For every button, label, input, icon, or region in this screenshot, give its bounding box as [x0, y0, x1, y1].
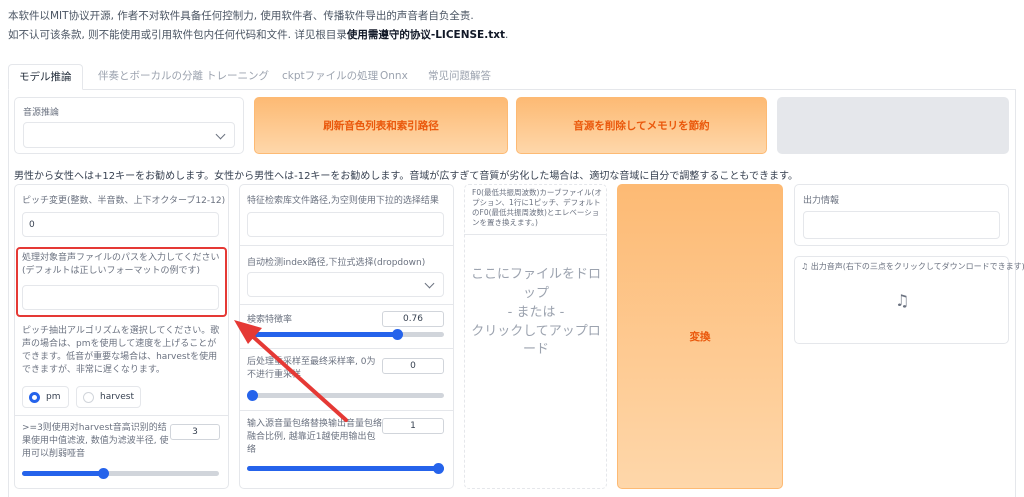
output-audio-panel: ♫ 出力音声(右下の三点をクリックしてダウンロードできます) ♫: [794, 256, 1024, 344]
median-filter-label: >=3则使用对harvest音高识别的结果使用中值滤波, 数值为滤波半径, 使用…: [22, 423, 169, 460]
highlight-box: [16, 247, 227, 317]
divider: [464, 234, 607, 235]
license-notice-line2: 如不认可该条款, 则不能使用或引用软件包内任何代码和文件. 详见根目录使用需遵守…: [8, 27, 508, 42]
output-info-textbox[interactable]: [803, 211, 1000, 239]
envelope-number[interactable]: 1: [382, 418, 444, 434]
output-audio-label: ♫ 出力音声(右下の三点をクリックしてダウンロードできます): [801, 261, 1024, 272]
resample-number[interactable]: 0: [382, 358, 444, 374]
radio-pm-label: pm: [46, 392, 61, 402]
divider: [14, 415, 229, 416]
pitch-algorithm-label: ピッチ抽出アルゴリズムを選択してください。歌声の場合は、pmを使用して速度を上げ…: [22, 326, 220, 376]
search-ratio-slider[interactable]: [247, 329, 444, 340]
dropzone-text[interactable]: ここにファイルをドロップ - または - クリックしてアップロード: [466, 266, 606, 360]
dropzone-line3: クリックしてアップロード: [471, 323, 601, 358]
license-notice-line1: 本软件以MIT协议开源, 作者不对软件具备任何控制力, 使用软件者、传播软件导出…: [8, 10, 474, 22]
slider-thumb[interactable]: [392, 329, 403, 340]
slider-fill: [22, 471, 103, 476]
divider: [239, 245, 454, 246]
f0-file-label: F0(最低共振周波数)カーブファイル(オプション、1行に1ピッチ、デフォルトのF…: [472, 188, 602, 228]
music-note-icon: ♫: [895, 291, 910, 310]
resample-label: 后处理重采样至最终采样率, 0为不进行重采样: [247, 357, 376, 381]
radio-unselected-icon: [83, 391, 94, 403]
resample-slider[interactable]: [247, 390, 444, 401]
music-note-icon: ♫: [801, 262, 809, 271]
envelope-slider[interactable]: [247, 463, 444, 474]
radio-selected-icon: [29, 391, 40, 403]
pitch-input[interactable]: 0: [22, 212, 219, 237]
output-audio-label-text: 出力音声(右下の三点をクリックしてダウンロードできます): [810, 262, 1024, 271]
envelope-label: 输入源音量包络替换输出音量包络融合比例, 越靠近1越使用输出包络: [247, 419, 383, 456]
unload-voice-button[interactable]: 音源を削除してメモリを節約: [516, 97, 767, 154]
output-info-panel: 出力情報: [794, 184, 1009, 246]
slider-fill: [247, 332, 397, 337]
convert-button[interactable]: 変換: [617, 184, 783, 489]
slider-thumb[interactable]: [98, 468, 109, 479]
search-ratio-number[interactable]: 0.76: [382, 311, 444, 327]
slider-fill: [247, 466, 444, 471]
voice-source-dropdown[interactable]: [23, 122, 235, 148]
tab-vocal-separation[interactable]: 伴奏とボーカルの分離: [88, 64, 213, 90]
divider: [239, 304, 454, 305]
transpose-hint: 男性から女性へは+12キーをお勧めします。女性から男性へは-12キーをお勧めしま…: [14, 171, 799, 182]
divider: [239, 410, 454, 411]
empty-panel: [777, 97, 1009, 154]
tab-model-inference[interactable]: モデル推論: [8, 64, 83, 90]
radio-harvest-label: harvest: [100, 392, 135, 402]
index-path-input[interactable]: [247, 212, 444, 237]
tab-bar: モデル推論 伴奏とボーカルの分離 トレーニング ckptファイルの処理 Onnx…: [8, 64, 1016, 90]
license-notice-suffix: .: [505, 29, 509, 41]
slider-thumb[interactable]: [433, 463, 444, 474]
chevron-down-icon: [424, 278, 435, 289]
divider: [239, 348, 454, 349]
median-filter-slider[interactable]: [22, 468, 219, 479]
median-filter-number[interactable]: 3: [170, 424, 220, 440]
tab-training[interactable]: トレーニング: [196, 64, 279, 90]
pitch-label: ピッチ変更(整数、半音数、上下オクターブ12-12): [22, 196, 226, 206]
chevron-down-icon: [215, 129, 226, 140]
license-link[interactable]: 使用需遵守的协议-LICENSE.txt: [347, 29, 505, 41]
dropzone-line1: ここにファイルをドロップ: [470, 267, 601, 301]
output-info-label: 出力情報: [803, 196, 840, 206]
auto-index-label: 自动检测index路径,下拉式选择(dropdown): [247, 258, 426, 268]
auto-index-dropdown[interactable]: [247, 272, 444, 297]
slider-thumb[interactable]: [247, 390, 258, 401]
voice-source-panel: 音源推論: [14, 97, 244, 154]
refresh-voice-list-button[interactable]: 刷新音色列表和索引路径: [254, 97, 508, 154]
radio-harvest[interactable]: harvest: [76, 386, 141, 408]
radio-pm[interactable]: pm: [22, 386, 69, 408]
search-ratio-label: 検索特徴率: [247, 315, 293, 325]
tab-faq[interactable]: 常见问题解答: [418, 64, 501, 90]
voice-source-label: 音源推論: [23, 108, 60, 118]
index-path-label: 特征检索库文件路径,为空则使用下拉的选择结果: [247, 196, 439, 206]
dropzone-line2: - または -: [507, 304, 565, 320]
license-notice-prefix: 如不认可该条款, 则不能使用或引用软件包内任何代码和文件. 详见根目录: [8, 29, 347, 41]
tab-onnx[interactable]: Onnx: [370, 64, 418, 90]
